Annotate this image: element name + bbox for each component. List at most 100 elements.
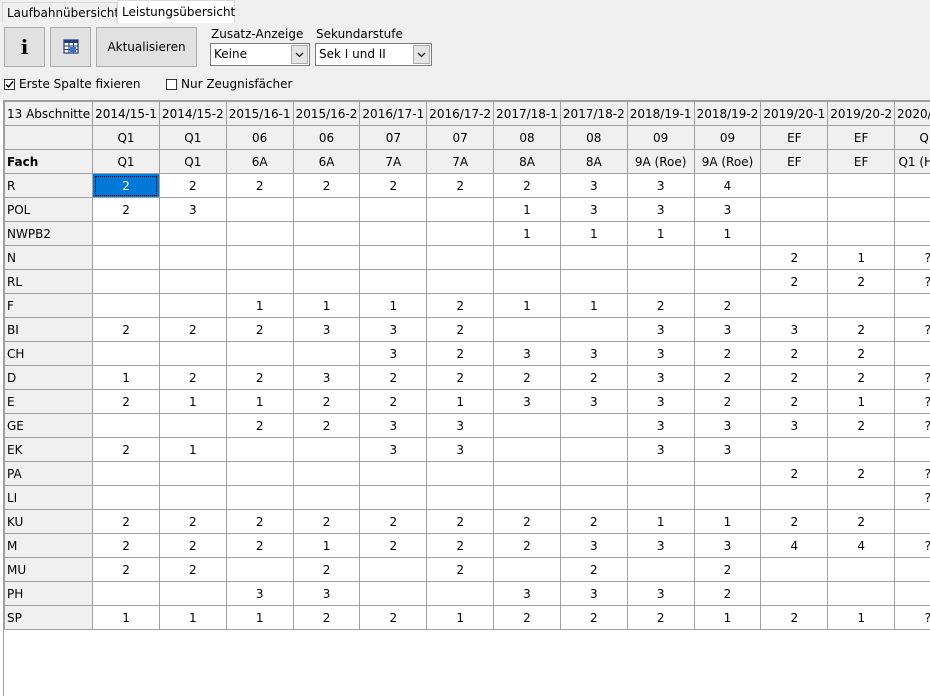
table-row[interactable]: R2222222334 xyxy=(5,174,930,198)
grade-cell[interactable]: 1 xyxy=(93,606,160,630)
grade-cell[interactable]: ? xyxy=(895,462,930,486)
grade-cell[interactable]: 3 xyxy=(226,582,293,606)
grade-cell[interactable]: 2 xyxy=(761,366,828,390)
grade-cell[interactable] xyxy=(293,462,360,486)
grade-cell[interactable]: ? xyxy=(895,366,930,390)
grade-cell[interactable] xyxy=(828,558,895,582)
grade-cell[interactable] xyxy=(360,198,427,222)
grade-cell[interactable]: 1 xyxy=(159,606,226,630)
grade-cell[interactable] xyxy=(427,582,494,606)
grade-cell[interactable]: 3 xyxy=(494,582,561,606)
grade-cell[interactable]: 3 xyxy=(494,390,561,414)
fach-name-cell[interactable]: BI xyxy=(5,318,93,342)
grade-cell[interactable]: 2 xyxy=(427,558,494,582)
grade-cell[interactable]: 3 xyxy=(494,342,561,366)
grade-cell[interactable]: 1 xyxy=(159,438,226,462)
sekundarstufe-select[interactable]: Sek I und II xyxy=(315,43,432,66)
grade-cell[interactable] xyxy=(828,438,895,462)
grade-cell[interactable] xyxy=(895,342,930,366)
grade-cell[interactable]: ? xyxy=(895,270,930,294)
grade-cell[interactable]: 2 xyxy=(159,558,226,582)
table-row[interactable]: PA22? xyxy=(5,462,930,486)
grade-cell[interactable] xyxy=(427,486,494,510)
grade-cell[interactable] xyxy=(560,246,627,270)
table-row[interactable]: KU222222221122 xyxy=(5,510,930,534)
fach-name-cell[interactable]: LI xyxy=(5,486,93,510)
grade-cell[interactable] xyxy=(293,270,360,294)
fach-name-cell[interactable]: D xyxy=(5,366,93,390)
grade-cell[interactable]: 3 xyxy=(627,366,694,390)
grade-cell[interactable] xyxy=(93,222,160,246)
grade-cell[interactable]: 3 xyxy=(360,318,427,342)
grade-cell[interactable]: 3 xyxy=(360,438,427,462)
grade-cell[interactable] xyxy=(560,486,627,510)
table-row[interactable]: F11121122 xyxy=(5,294,930,318)
grade-cell[interactable] xyxy=(761,222,828,246)
grade-cell[interactable]: 3 xyxy=(360,342,427,366)
grade-cell[interactable] xyxy=(627,486,694,510)
grade-cell[interactable] xyxy=(159,462,226,486)
fach-name-cell[interactable]: RL xyxy=(5,270,93,294)
grade-cell[interactable]: 1 xyxy=(293,294,360,318)
grade-cell[interactable] xyxy=(560,462,627,486)
grade-cell[interactable]: 2 xyxy=(427,294,494,318)
grade-cell[interactable]: 2 xyxy=(226,534,293,558)
grade-cell[interactable] xyxy=(828,294,895,318)
grade-cell[interactable] xyxy=(159,414,226,438)
grade-cell[interactable]: 2 xyxy=(226,414,293,438)
grade-cell[interactable]: 2 xyxy=(828,342,895,366)
grade-cell[interactable]: 3 xyxy=(627,534,694,558)
grade-cell[interactable] xyxy=(427,270,494,294)
grade-cell[interactable]: 2 xyxy=(93,390,160,414)
grade-cell[interactable] xyxy=(293,438,360,462)
table-row[interactable]: NWPB21111 xyxy=(5,222,930,246)
grade-cell[interactable] xyxy=(761,294,828,318)
fach-name-cell[interactable]: GE xyxy=(5,414,93,438)
grade-cell[interactable] xyxy=(560,318,627,342)
grade-cell[interactable]: 2 xyxy=(828,270,895,294)
grade-cell[interactable] xyxy=(427,198,494,222)
grade-cell[interactable]: 2 xyxy=(93,558,160,582)
grade-cell[interactable]: 3 xyxy=(560,174,627,198)
grade-cell[interactable] xyxy=(427,462,494,486)
table-row[interactable]: LI? xyxy=(5,486,930,510)
grade-cell[interactable]: 4 xyxy=(828,534,895,558)
grade-cell[interactable] xyxy=(93,342,160,366)
grade-cell[interactable] xyxy=(226,558,293,582)
zusatz-anzeige-select[interactable]: Keine xyxy=(210,43,310,66)
grade-cell[interactable] xyxy=(694,486,761,510)
grade-cell[interactable]: 2 xyxy=(360,390,427,414)
grade-cell[interactable]: 3 xyxy=(360,414,427,438)
fach-name-cell[interactable]: CH xyxy=(5,342,93,366)
grade-cell[interactable] xyxy=(226,342,293,366)
grade-cell[interactable] xyxy=(895,198,930,222)
grade-cell[interactable]: 2 xyxy=(761,390,828,414)
grade-cell[interactable]: 2 xyxy=(828,318,895,342)
table-row[interactable]: MU222222 xyxy=(5,558,930,582)
grade-cell[interactable]: 2 xyxy=(694,390,761,414)
grade-cell[interactable] xyxy=(895,174,930,198)
grade-cell[interactable] xyxy=(694,270,761,294)
grade-cell[interactable]: 4 xyxy=(761,534,828,558)
grade-cell[interactable]: 1 xyxy=(694,606,761,630)
grade-cell[interactable]: 2 xyxy=(694,294,761,318)
grade-cell[interactable] xyxy=(761,486,828,510)
grade-cell[interactable] xyxy=(293,222,360,246)
grade-cell[interactable]: 3 xyxy=(627,342,694,366)
grade-cell[interactable]: 2 xyxy=(226,366,293,390)
grade-cell[interactable] xyxy=(627,270,694,294)
grade-cell[interactable]: 2 xyxy=(427,174,494,198)
fach-name-cell[interactable]: E xyxy=(5,390,93,414)
grade-cell[interactable] xyxy=(560,270,627,294)
table-row[interactable]: E211221333221? xyxy=(5,390,930,414)
grade-cell[interactable] xyxy=(627,246,694,270)
grade-cell[interactable]: 2 xyxy=(427,318,494,342)
grade-cell[interactable]: 2 xyxy=(494,606,561,630)
grade-cell[interactable] xyxy=(226,486,293,510)
grade-cell[interactable]: 1 xyxy=(226,606,293,630)
grade-cell[interactable]: 2 xyxy=(226,174,293,198)
grade-cell[interactable] xyxy=(694,462,761,486)
grade-cell[interactable]: 1 xyxy=(494,198,561,222)
grade-cell[interactable] xyxy=(360,270,427,294)
grade-cell[interactable]: 2 xyxy=(93,438,160,462)
